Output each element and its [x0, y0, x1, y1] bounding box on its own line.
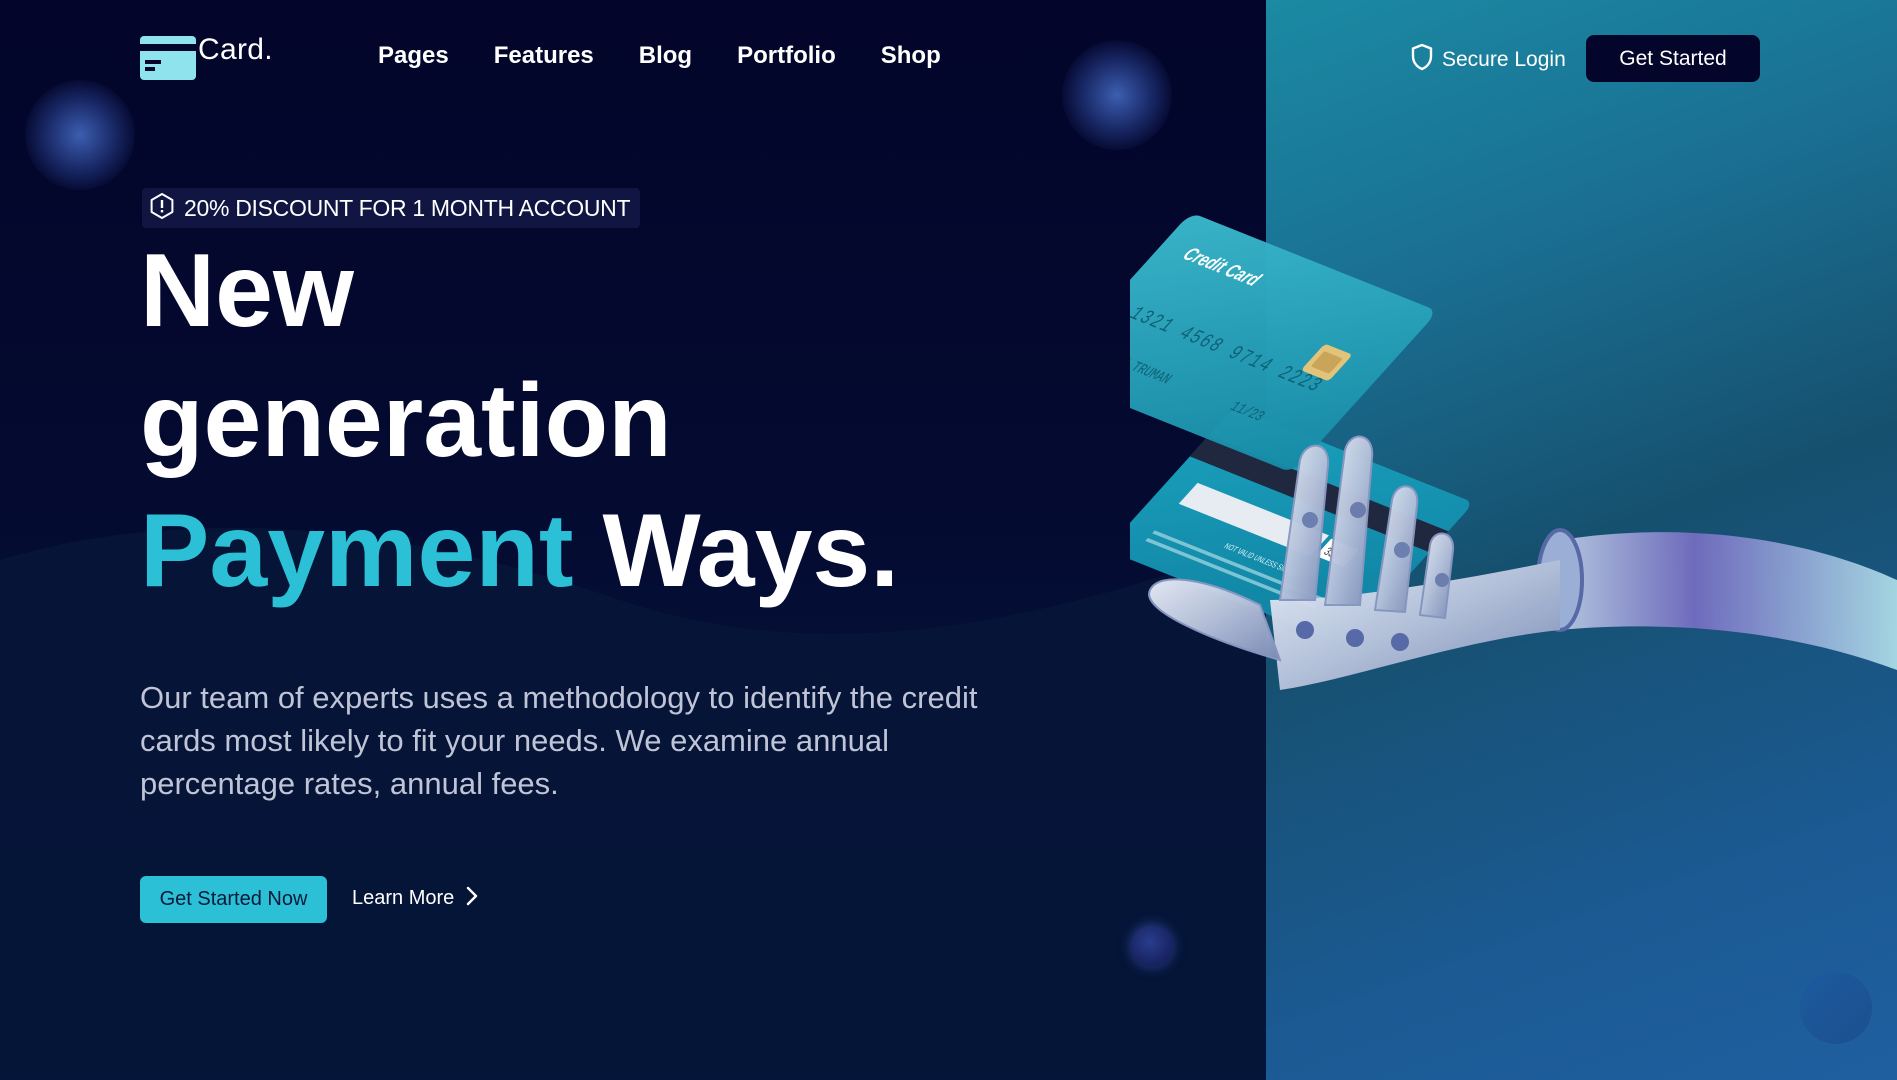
- get-started-button[interactable]: Get Started: [1586, 35, 1760, 82]
- shield-icon: [1410, 43, 1434, 76]
- site-header: Card. Pages Features Blog Portfolio Shop…: [0, 0, 1897, 120]
- headline-line-1: New: [140, 233, 354, 349]
- learn-more-link[interactable]: Learn More: [352, 886, 478, 911]
- decorative-circle: [1800, 972, 1872, 1044]
- secure-login-label: Secure Login: [1442, 47, 1566, 71]
- chevron-right-icon: [466, 886, 478, 911]
- discount-badge-text: 20% DISCOUNT FOR 1 MONTH ACCOUNT: [184, 194, 631, 221]
- nav-item-features[interactable]: Features: [494, 42, 594, 70]
- logo-text: Card.: [198, 33, 273, 66]
- nav-item-shop[interactable]: Shop: [881, 42, 941, 70]
- decorative-circle: [1131, 925, 1173, 967]
- headline-line-2: generation: [140, 363, 672, 479]
- main-nav: Pages Features Blog Portfolio Shop: [378, 42, 941, 70]
- alert-circle-icon: [148, 192, 176, 225]
- logo[interactable]: Card.: [140, 33, 273, 80]
- hero-headline: New generation Payment Ways.: [140, 226, 899, 616]
- page: 332 NOT VALID UNLESS SIGNED Credit Card …: [0, 0, 1897, 1080]
- nav-item-portfolio[interactable]: Portfolio: [737, 42, 836, 70]
- card-logo-icon: [140, 36, 196, 80]
- headline-accent-word: Payment: [140, 493, 574, 609]
- nav-item-blog[interactable]: Blog: [639, 42, 692, 70]
- get-started-now-button[interactable]: Get Started Now: [140, 876, 327, 923]
- learn-more-label: Learn More: [352, 887, 455, 909]
- discount-badge: 20% DISCOUNT FOR 1 MONTH ACCOUNT: [142, 188, 641, 228]
- credit-card-front: Credit Card 1321 4568 9714 2223 JORDY TR…: [1130, 215, 1433, 470]
- headline-end-word: Ways.: [602, 493, 900, 609]
- secure-login-link[interactable]: Secure Login: [1410, 43, 1566, 76]
- hero-description: Our team of experts uses a methodology t…: [140, 680, 978, 801]
- nav-item-pages[interactable]: Pages: [378, 42, 449, 70]
- headline-line-3: Payment Ways.: [140, 486, 899, 616]
- hero-illustration: 332 NOT VALID UNLESS SIGNED Credit Card …: [1130, 215, 1897, 690]
